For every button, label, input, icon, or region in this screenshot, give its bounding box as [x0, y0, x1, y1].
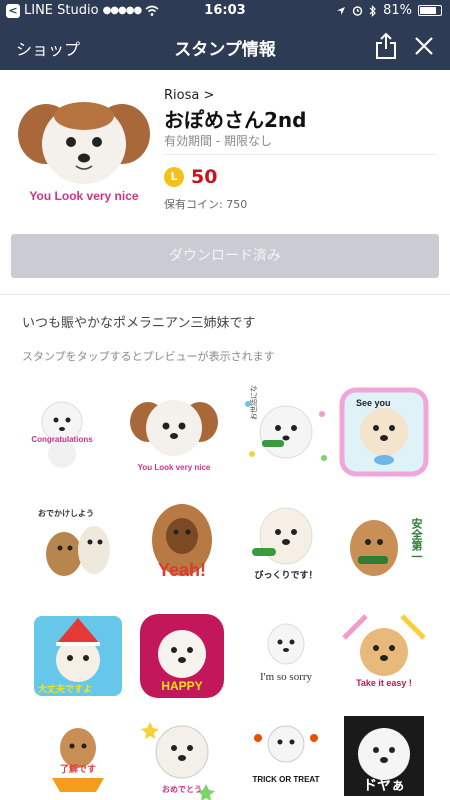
sticker-item[interactable]: HAPPY: [134, 608, 230, 704]
status-bar: < LINE Studio ●●●●● 16:03 81%: [0, 0, 450, 22]
sticker-item[interactable]: おめでとう: [134, 708, 230, 800]
price-value: 50: [191, 166, 218, 188]
sticker-item[interactable]: 了解です: [30, 708, 126, 800]
svg-text:TRICK OR TREAT: TRICK OR TREAT: [253, 775, 320, 784]
sticker-image: You Look very nice: [130, 400, 218, 472]
sticker-image: おめでとう: [141, 722, 215, 800]
battery-icon: [418, 5, 442, 16]
sticker-image: ドヤぁ: [344, 716, 424, 796]
main-sticker-caption: You Look very nice: [29, 189, 138, 203]
bluetooth-icon: [369, 4, 376, 17]
svg-text:See you: See you: [356, 398, 391, 408]
preview-hint: スタンプをタップするとプレビューが表示されます: [22, 350, 275, 363]
status-right: 81%: [336, 3, 442, 18]
pack-description: いつも賑やかなポメラニアン三姉妹です: [22, 316, 256, 331]
svg-text:お世話になります: お世話になります: [249, 384, 258, 420]
alarm-icon: [352, 6, 363, 16]
downloaded-button[interactable]: ダウンロード済み: [11, 234, 439, 278]
sticker-item[interactable]: お世話になります: [238, 364, 334, 480]
svg-text:おめでとう: おめでとう: [162, 785, 202, 794]
svg-text:大丈夫ですよ: 大丈夫ですよ: [38, 683, 92, 694]
battery-percent: 81%: [383, 3, 412, 18]
sticker-item[interactable]: See you: [336, 384, 432, 480]
share-icon[interactable]: [374, 32, 398, 60]
sticker-image: びっくりです！: [252, 507, 318, 580]
sticker-image: HAPPY: [140, 614, 224, 698]
svg-text:Yeah!: Yeah!: [158, 560, 206, 580]
validity-text: 有効期間 - 期限なし: [164, 134, 272, 148]
sticker-item[interactable]: ドヤぁ: [336, 708, 432, 800]
svg-text:ドヤぁ: ドヤぁ: [363, 777, 405, 793]
sticker-image: Congratulations: [31, 401, 93, 468]
author-link[interactable]: Riosa >: [164, 88, 214, 103]
owned-coins: 保有コイン: 750: [164, 198, 248, 211]
sticker-image: TRICK OR TREAT: [253, 725, 320, 784]
sticker-item[interactable]: 大丈夫ですよ: [30, 608, 126, 704]
sticker-image: 了解です: [52, 728, 104, 792]
sticker-image: See you: [339, 387, 429, 477]
sticker-item[interactable]: You Look very nice: [126, 384, 222, 480]
sticker-image: I'm so sorry: [260, 623, 313, 683]
pack-title: おぽめさん2nd: [164, 108, 307, 132]
sticker-item[interactable]: Congratulations: [14, 384, 110, 480]
main-sticker-image: You Look very nice: [18, 102, 150, 203]
sticker-item[interactable]: びっくりです！: [238, 496, 334, 592]
sticker-pack-info: You Look very nice Riosa > おぽめさん2nd 有効期間…: [0, 70, 450, 294]
sticker-item[interactable]: Yeah!: [134, 496, 230, 592]
section-divider: [0, 294, 450, 295]
line-coin-icon: L: [164, 167, 184, 187]
svg-text:I'm so sorry: I'm so sorry: [260, 671, 313, 683]
sticker-item[interactable]: TRICK OR TREAT: [238, 708, 334, 800]
location-icon: [337, 6, 346, 15]
sticker-item[interactable]: I'm so sorry: [238, 608, 334, 704]
sticker-image: お世話になります: [245, 364, 327, 461]
nav-bar: ショップ スタンプ情報: [0, 22, 450, 70]
svg-text:了解です: 了解です: [60, 763, 96, 774]
svg-text:You Look very nice: You Look very nice: [138, 463, 211, 472]
svg-text:安全第一: 安全第一: [410, 517, 424, 562]
close-icon[interactable]: [412, 34, 436, 58]
svg-text:Congratulations: Congratulations: [31, 435, 93, 444]
svg-text:おでかけしよう: おでかけしよう: [38, 509, 94, 518]
sticker-image: 大丈夫ですよ: [34, 616, 122, 696]
sticker-item[interactable]: Take it easy !: [336, 608, 432, 704]
sticker-image: 安全第一: [350, 517, 424, 576]
sticker-image: Take it easy !: [342, 614, 426, 688]
svg-text:HAPPY: HAPPY: [161, 679, 202, 693]
price-row: L 50: [164, 166, 217, 188]
sticker-item[interactable]: おでかけしよう: [30, 496, 126, 592]
sticker-image: Yeah!: [152, 504, 212, 580]
svg-text:Take it easy !: Take it easy !: [356, 678, 412, 688]
sticker-image: おでかけしよう: [38, 509, 110, 576]
svg-text:びっくりです！: びっくりです！: [254, 569, 317, 580]
sticker-item[interactable]: 安全第一: [336, 496, 432, 592]
divider: [164, 154, 436, 155]
